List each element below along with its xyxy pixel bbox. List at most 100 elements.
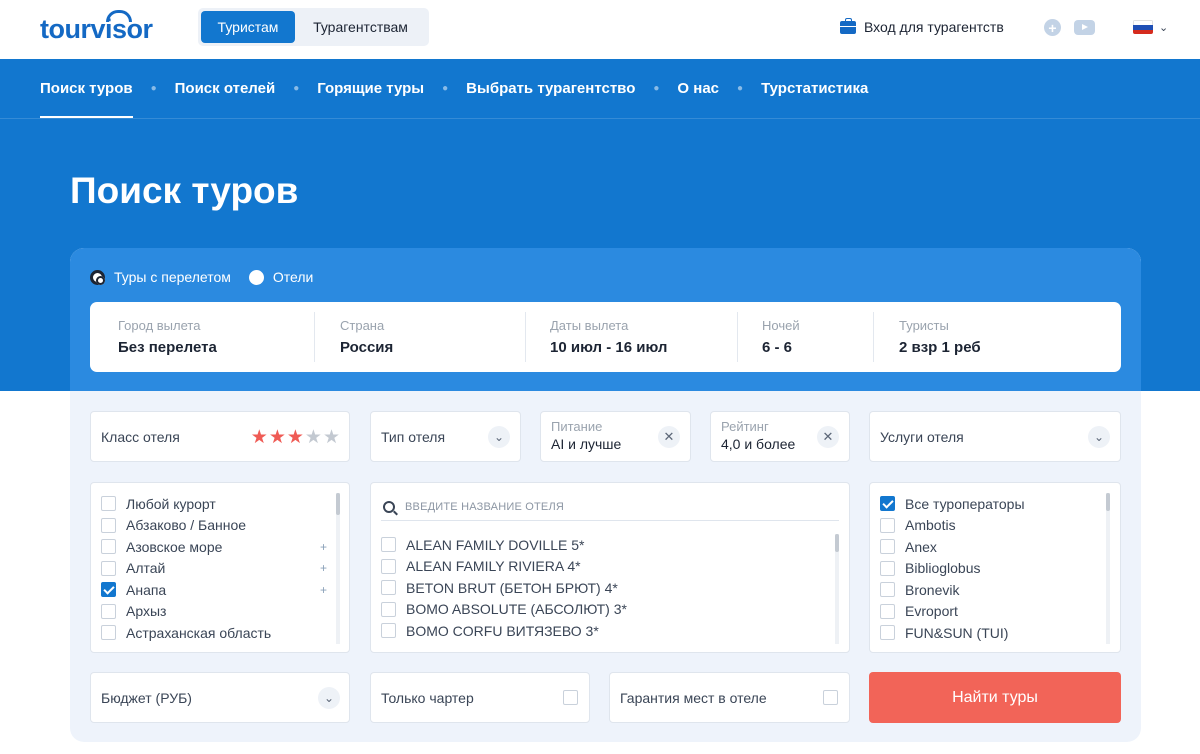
expand-plus-icon[interactable]: + — [320, 540, 327, 554]
nav-about[interactable]: О нас — [677, 59, 719, 118]
clear-rating-icon[interactable]: ✕ — [817, 426, 839, 448]
resort-checkbox[interactable] — [101, 539, 116, 555]
field-label: Страна — [340, 318, 385, 333]
expand-plus-icon[interactable]: + — [320, 561, 327, 575]
youtube-icon[interactable] — [1074, 20, 1095, 35]
list-item[interactable]: Любой курорт — [101, 493, 327, 515]
nav-hot-tours[interactable]: Горящие туры — [317, 59, 424, 118]
list-item[interactable]: Все туроператоры — [880, 493, 1106, 515]
operator-checkbox[interactable] — [880, 625, 895, 641]
list-item[interactable]: ALEAN FAMILY RIVIERA 4* — [381, 556, 831, 578]
chevron-down-icon[interactable]: ⌄ — [318, 687, 340, 709]
list-item[interactable]: BOMO CORFU ВИТЯЗЕВО 3* — [381, 620, 831, 642]
star-icon[interactable]: ★ — [287, 428, 304, 447]
resort-checkbox[interactable] — [101, 560, 116, 576]
list-item[interactable]: Bronevik — [880, 579, 1106, 601]
charter-only-filter[interactable]: Только чартер — [370, 672, 590, 723]
radio-tours-with-flight-label[interactable]: Туры с перелетом — [114, 269, 231, 285]
agent-login-link[interactable]: Вход для турагентств — [840, 17, 1004, 35]
operator-checkbox[interactable] — [880, 603, 895, 619]
radio-hotels-label[interactable]: Отели — [273, 269, 313, 285]
list-item[interactable]: Ambotis — [880, 515, 1106, 537]
hotel-checkbox[interactable] — [381, 580, 396, 596]
hotel-checkbox[interactable] — [381, 623, 396, 639]
dates-field[interactable]: Даты вылета 10 июл - 16 июл — [525, 302, 737, 372]
list-item[interactable]: Азовское море + — [101, 536, 327, 558]
nav-tour-stats[interactable]: Турстатистика — [761, 59, 868, 118]
hotel-checkbox[interactable] — [381, 558, 396, 574]
list-item[interactable]: Алтай + — [101, 558, 327, 580]
page-title: Поиск туров — [70, 170, 299, 211]
list-item[interactable]: Анапа + — [101, 579, 327, 601]
hotel-checkbox[interactable] — [381, 537, 396, 553]
star-icon[interactable]: ★ — [269, 428, 286, 447]
resort-checkbox[interactable] — [101, 603, 116, 619]
operator-scrollbar[interactable] — [1106, 493, 1110, 644]
resort-name: Астраханская область — [126, 624, 272, 641]
language-selector[interactable]: ⌄ — [1133, 20, 1168, 34]
scrollbar-thumb[interactable] — [835, 534, 839, 552]
meal-filter[interactable]: Питание AI и лучше ✕ — [540, 411, 691, 462]
plus-circle-icon[interactable]: + — [1044, 19, 1061, 36]
clear-meal-icon[interactable]: ✕ — [658, 426, 680, 448]
hotel-type-filter[interactable]: Тип отеля ⌄ — [370, 411, 521, 462]
charter-only-checkbox[interactable] — [563, 690, 578, 705]
search-icon — [383, 500, 395, 513]
find-tours-button[interactable]: Найти туры — [869, 672, 1121, 723]
guarantee-filter[interactable]: Гарантия мест в отеле — [609, 672, 850, 723]
expand-plus-icon[interactable]: + — [320, 583, 327, 597]
list-item[interactable]: BETON BRUT (БЕТОН БРЮТ) 4* — [381, 577, 831, 599]
field-value: 6 - 6 — [762, 339, 793, 356]
hotel-scrollbar[interactable] — [835, 534, 839, 644]
star-icon[interactable]: ★ — [323, 428, 340, 447]
resort-checkbox[interactable] — [101, 517, 116, 533]
list-item[interactable]: ALEAN FAMILY DOVILLE 5* — [381, 534, 831, 556]
departure-city-field[interactable]: Город вылета Без перелета — [90, 302, 314, 372]
list-item[interactable]: Астраханская область — [101, 622, 327, 644]
resort-name: Абзаково / Банное — [126, 517, 247, 534]
resort-checkbox[interactable] — [101, 582, 116, 598]
guarantee-checkbox[interactable] — [823, 690, 838, 705]
resort-checkbox[interactable] — [101, 496, 116, 512]
nights-field[interactable]: Ночей 6 - 6 — [737, 302, 873, 372]
meal-label: Питание — [551, 419, 603, 434]
list-item[interactable]: Anex — [880, 536, 1106, 558]
operator-checkbox[interactable] — [880, 560, 895, 576]
hotel-search-input[interactable] — [405, 500, 825, 513]
tab-agencies[interactable]: Турагентствам — [295, 11, 426, 43]
list-item[interactable]: Biblioglobus — [880, 558, 1106, 580]
list-item[interactable]: Архыз — [101, 601, 327, 623]
scrollbar-thumb[interactable] — [1106, 493, 1110, 511]
chevron-down-icon[interactable]: ⌄ — [488, 426, 510, 448]
operator-checkbox[interactable] — [880, 517, 895, 533]
hotel-checkbox[interactable] — [381, 601, 396, 617]
country-field[interactable]: Страна Россия — [314, 302, 525, 372]
scrollbar-thumb[interactable] — [336, 493, 340, 515]
nav-hotel-search[interactable]: Поиск отелей — [175, 59, 276, 118]
operator-checkbox[interactable] — [880, 582, 895, 598]
budget-filter[interactable]: Бюджет (РУБ) ⌄ — [90, 672, 350, 723]
nav-tour-search[interactable]: Поиск туров — [40, 59, 133, 118]
star-icon[interactable]: ★ — [305, 428, 322, 447]
radio-tours-with-flight[interactable] — [90, 269, 105, 285]
list-item[interactable]: FUN&SUN (TUI) — [880, 622, 1106, 644]
radio-hotels[interactable] — [248, 269, 264, 285]
tourists-field[interactable]: Туристы 2 взр 1 реб — [873, 302, 1121, 372]
list-item[interactable]: Evroport — [880, 601, 1106, 623]
operator-list: Все туроператоры Ambotis Anex Biblioglob… — [880, 493, 1106, 644]
list-item[interactable]: BOMO ABSOLUTE (АБСОЛЮТ) 3* — [381, 599, 831, 621]
list-item[interactable]: Абзаково / Банное — [101, 515, 327, 537]
operator-checkbox[interactable] — [880, 539, 895, 555]
hotel-class-filter[interactable]: Класс отеля ★ ★ ★ ★ ★ — [90, 411, 350, 462]
operator-checkbox[interactable] — [880, 496, 895, 512]
resort-scrollbar[interactable] — [336, 493, 340, 644]
rating-filter[interactable]: Рейтинг 4,0 и более ✕ — [710, 411, 850, 462]
chevron-down-icon[interactable]: ⌄ — [1088, 426, 1110, 448]
operator-name: Все туроператоры — [905, 495, 1025, 512]
logo[interactable]: tourvisor — [40, 10, 153, 44]
tab-tourists[interactable]: Туристам — [201, 11, 295, 43]
hotel-services-filter[interactable]: Услуги отеля ⌄ — [869, 411, 1121, 462]
nav-choose-agency[interactable]: Выбрать турагентство — [466, 59, 635, 118]
star-icon[interactable]: ★ — [251, 428, 268, 447]
resort-checkbox[interactable] — [101, 625, 116, 641]
